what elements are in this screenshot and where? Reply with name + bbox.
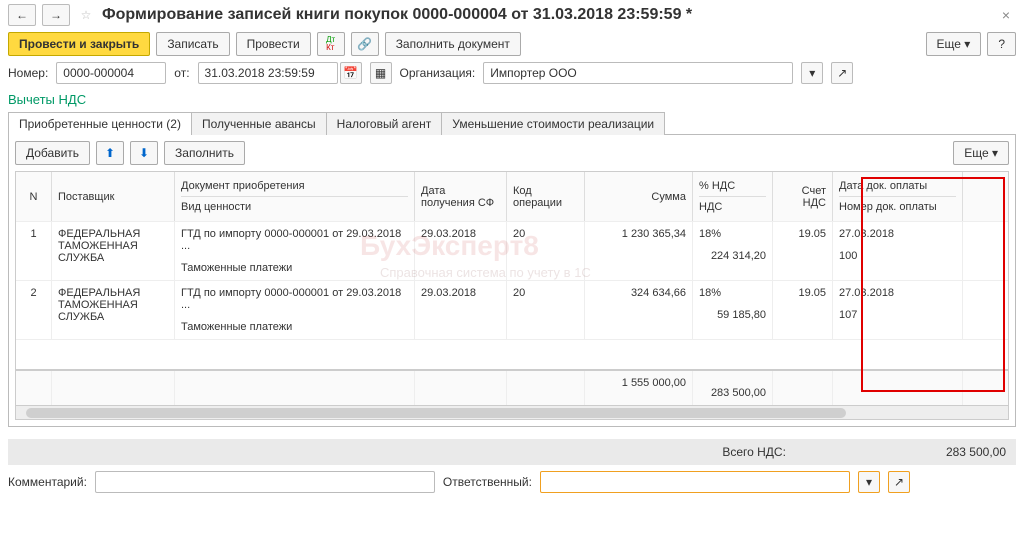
save-button[interactable]: Записать: [156, 32, 229, 56]
post-button[interactable]: Провести: [236, 32, 311, 56]
section-title: Вычеты НДС: [8, 92, 1016, 107]
attachments-button[interactable]: 🔗: [351, 32, 379, 56]
org-label: Организация:: [400, 66, 476, 80]
col-n: N: [16, 172, 52, 221]
vat-grid: N Поставщик Документ приобретения Вид це…: [15, 171, 1009, 420]
totals-nds: 283 500,00: [699, 387, 766, 399]
comment-label: Комментарий:: [8, 475, 87, 489]
col-paydate: Дата док. оплаты: [839, 176, 956, 196]
move-up-button[interactable]: ⬆: [96, 141, 124, 165]
totals-sum: 1 555 000,00: [585, 371, 693, 405]
table-row[interactable]: 2 ФЕДЕРАЛЬНАЯ ТАМОЖЕННАЯ СЛУЖБА ГТД по и…: [16, 280, 1008, 339]
more-button[interactable]: Еще ▾: [926, 32, 982, 56]
col-opcode: Код операции: [507, 172, 585, 221]
responsible-input[interactable]: [540, 471, 850, 493]
org-open-icon[interactable]: ↗: [831, 62, 853, 84]
number-label: Номер:: [8, 66, 48, 80]
number-input[interactable]: 0000-000004: [56, 62, 166, 84]
grid-more-button[interactable]: Еще ▾: [953, 141, 1009, 165]
table-row[interactable]: 1 ФЕДЕРАЛЬНАЯ ТАМОЖЕННАЯ СЛУЖБА ГТД по и…: [16, 221, 1008, 280]
col-acc: Счет НДС: [773, 172, 833, 221]
col-sum: Сумма: [585, 172, 693, 221]
add-row-button[interactable]: Добавить: [15, 141, 90, 165]
responsible-open-icon[interactable]: ↗: [888, 471, 910, 493]
org-input[interactable]: Импортер ООО: [483, 62, 793, 84]
nav-forward-button[interactable]: →: [42, 4, 70, 26]
dtkt-button[interactable]: ДтКт: [317, 32, 345, 56]
col-doc: Документ приобретения: [181, 176, 408, 196]
nav-back-button[interactable]: ←: [8, 4, 36, 26]
fill-button[interactable]: Заполнить: [164, 141, 245, 165]
date-label: от:: [174, 66, 189, 80]
page-title: Формирование записей книги покупок 0000-…: [102, 6, 692, 24]
col-ndspct: % НДС: [699, 176, 766, 196]
col-sfdate: Дата получения СФ: [415, 172, 507, 221]
tab-cost-reduction[interactable]: Уменьшение стоимости реализации: [441, 112, 665, 135]
responsible-dropdown-icon[interactable]: ▾: [858, 471, 880, 493]
grid-icon[interactable]: ▦: [370, 62, 392, 84]
horizontal-scrollbar[interactable]: [16, 405, 1008, 419]
favorite-star-icon[interactable]: ☆: [76, 5, 96, 25]
tab-advances[interactable]: Полученные авансы: [191, 112, 327, 135]
responsible-label: Ответственный:: [443, 475, 532, 489]
close-icon[interactable]: ×: [996, 5, 1016, 25]
calendar-icon[interactable]: 📅: [340, 62, 362, 84]
comment-input[interactable]: [95, 471, 435, 493]
fill-document-button[interactable]: Заполнить документ: [385, 32, 521, 56]
tab-purchased-values[interactable]: Приобретенные ценности (2): [8, 112, 192, 135]
tab-tax-agent[interactable]: Налоговый агент: [326, 112, 443, 135]
col-supplier: Поставщик: [52, 172, 175, 221]
total-nds-label: Всего НДС:: [722, 445, 786, 459]
col-nds: НДС: [699, 196, 766, 217]
total-nds-value: 283 500,00: [946, 445, 1006, 459]
move-down-button[interactable]: ⬇: [130, 141, 158, 165]
col-valtype: Вид ценности: [181, 196, 408, 217]
col-paynum: Номер док. оплаты: [839, 196, 956, 217]
org-dropdown-icon[interactable]: ▾: [801, 62, 823, 84]
date-input[interactable]: 31.03.2018 23:59:59: [198, 62, 338, 84]
post-and-close-button[interactable]: Провести и закрыть: [8, 32, 150, 56]
help-button[interactable]: ?: [987, 32, 1016, 56]
